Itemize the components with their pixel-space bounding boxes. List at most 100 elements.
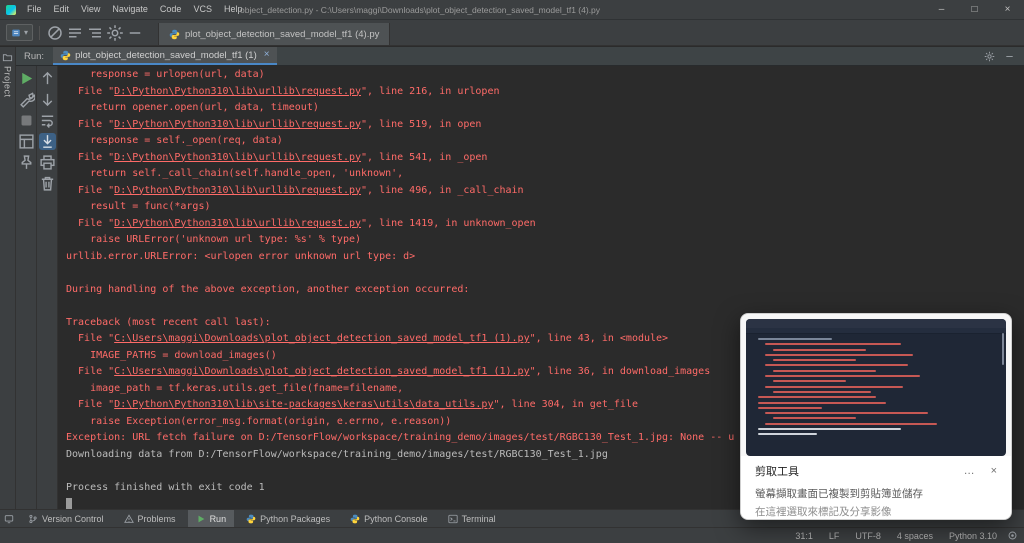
thumbnail-text-line — [772, 348, 867, 351]
thumbnail-text-line — [765, 422, 938, 425]
tool-window-tab-run[interactable]: Run — [187, 510, 235, 527]
pycharm-logo-icon — [6, 4, 16, 15]
console-text: return opener.open(url, data, timeout) — [66, 102, 319, 113]
console-line: File "D:\Python\Python310\lib\urllib\req… — [66, 117, 1024, 134]
run-configuration-combo[interactable]: ▾ — [6, 24, 34, 41]
toolbar-settings-icon[interactable] — [106, 24, 124, 42]
disable-inspections-icon[interactable] — [46, 24, 64, 42]
maximize-button[interactable]: □ — [958, 0, 991, 19]
stack-trace-link[interactable]: D:\Python\Python310\lib\urllib\request.p… — [114, 152, 361, 163]
soft-wrap-button[interactable] — [39, 112, 56, 129]
thumbnail-text-line — [765, 343, 901, 346]
status-caret-position[interactable]: 31:1 — [795, 531, 813, 541]
thumbnail-text-line — [757, 396, 876, 399]
menu-code[interactable]: Code — [154, 0, 188, 19]
console-text: ", line 304, in get_file — [493, 399, 638, 410]
console-toolbar — [37, 66, 58, 509]
tool-window-tab-terminal[interactable]: Terminal — [440, 510, 504, 527]
thumbnail-text-line — [765, 385, 904, 388]
stack-trace-link[interactable]: D:\Python\Python310\lib\urllib\request.p… — [114, 86, 361, 97]
console-text: File " — [66, 399, 115, 410]
tool-window-tab-python-console[interactable]: Python Console — [342, 510, 436, 527]
thumbnail-text-line — [757, 433, 817, 436]
stack-trace-link[interactable]: C:\Users\maggi\Downloads\plot_object_det… — [114, 333, 529, 344]
tool-window-tab-problems[interactable]: Problems — [116, 510, 184, 527]
thumbnail-text-line — [765, 412, 928, 415]
menu-edit[interactable]: Edit — [48, 0, 76, 19]
collapse-toolbar-icon[interactable] — [126, 24, 144, 42]
thumbnail-content — [746, 334, 1006, 436]
window-controls: – □ × — [925, 0, 1024, 19]
close-button[interactable]: × — [991, 0, 1024, 19]
python-icon — [350, 514, 360, 524]
menu-view[interactable]: View — [75, 0, 106, 19]
clear-all-button[interactable] — [39, 175, 56, 192]
tool-window-tab-version-control[interactable]: Version Control — [20, 510, 112, 527]
thumbnail-text-line — [757, 401, 886, 404]
project-stripe-button[interactable]: Project — [0, 52, 15, 98]
console-text: urllib.error.URLError: <urlopen error un… — [66, 250, 416, 262]
console-text: ", line 43, in <module> — [529, 333, 669, 344]
status-items: 31:1 LF UTF-8 4 spaces Python 3.10 — [795, 531, 997, 541]
hide-panel-icon[interactable] — [1004, 51, 1015, 62]
more-options-icon[interactable]: … — [964, 465, 975, 477]
console-text: ", line 36, in download_images — [529, 366, 711, 377]
run-configuration-button[interactable] — [18, 91, 35, 108]
minimize-button[interactable]: – — [925, 0, 958, 19]
restore-layout-button[interactable] — [18, 133, 35, 150]
screenshot-thumbnail[interactable] — [746, 319, 1006, 456]
console-text: ", line 216, in urlopen — [361, 85, 500, 97]
pin-tab-button[interactable] — [18, 154, 35, 171]
tool-window-tab-python-packages[interactable]: Python Packages — [238, 510, 338, 527]
console-line: return opener.open(url, data, timeout) — [66, 100, 1024, 117]
console-text: File " — [66, 118, 115, 130]
status-file-encoding[interactable]: UTF-8 — [855, 531, 881, 541]
notification-close-icon[interactable]: × — [991, 465, 997, 477]
stop-button[interactable] — [18, 112, 35, 129]
status-indent-style[interactable]: 4 spaces — [897, 531, 933, 541]
sort-lines-icon[interactable] — [66, 24, 84, 42]
problems-icon — [123, 513, 134, 524]
inspections-widget-icon[interactable] — [1007, 530, 1018, 541]
close-tab-icon[interactable]: × — [264, 50, 270, 60]
console-text: ", line 519, in open — [361, 118, 482, 130]
console-text: Downloading data from D:/TensorFlow/work… — [66, 448, 608, 460]
project-stripe-label: Project — [2, 66, 13, 98]
tool-window-switcher-icon[interactable] — [0, 510, 18, 527]
console-text: return self._call_chain(self.handle_open… — [66, 168, 404, 179]
thumbnail-text-line — [772, 380, 847, 383]
print-button[interactable] — [39, 154, 56, 171]
menu-file[interactable]: File — [21, 0, 48, 19]
menu-bar: File Edit View Navigate Code VCS Help — [21, 0, 248, 19]
run-tab[interactable]: plot_object_detection_saved_model_tf1 (1… — [53, 47, 277, 65]
console-line: File "D:\Python\Python310\lib\urllib\req… — [66, 84, 1024, 101]
status-python-interpreter[interactable]: Python 3.10 — [949, 531, 997, 541]
console-caret — [66, 497, 72, 509]
notification-hint: 在這裡選取來標記及分享影像 — [755, 506, 892, 518]
console-line: raise URLError('unknown url type: %s' % … — [66, 232, 1024, 249]
pycharm-window: File Edit View Navigate Code VCS Help object_d… — [0, 0, 1024, 543]
status-bar: 31:1 LF UTF-8 4 spaces Python 3.10 — [0, 527, 1024, 543]
console-text: During handling of the above exception, … — [66, 283, 470, 295]
stack-trace-link[interactable]: C:\Users\maggi\Downloads\plot_object_det… — [114, 366, 529, 377]
scroll-to-end-button[interactable] — [38, 133, 56, 150]
console-line: During handling of the above exception, … — [66, 282, 1024, 299]
console-line: result = func(*args) — [66, 199, 1024, 216]
console-line: urllib.error.URLError: <urlopen error un… — [66, 249, 1024, 266]
indent-guides-icon[interactable] — [86, 24, 104, 42]
title-bar: File Edit View Navigate Code VCS Help object_d… — [0, 0, 1024, 20]
stack-trace-link[interactable]: D:\Python\Python310\lib\urllib\request.p… — [114, 185, 361, 196]
menu-navigate[interactable]: Navigate — [106, 0, 154, 19]
rerun-button[interactable] — [18, 70, 35, 87]
status-line-separator[interactable]: LF — [829, 531, 840, 541]
editor-tab[interactable]: plot_object_detection_saved_model_tf1 (4… — [158, 23, 391, 45]
stack-trace-link[interactable]: D:\Python\Python310\lib\urllib\request.p… — [114, 119, 361, 130]
run-settings-icon[interactable] — [984, 51, 995, 62]
up-stack-trace-button[interactable] — [39, 70, 56, 87]
snipping-tool-notification[interactable]: 剪取工具 … × 螢幕擷取畫面已複製到剪貼簿並儲存 在這裡選取來標記及分享影像 — [740, 313, 1012, 520]
down-stack-trace-button[interactable] — [39, 91, 56, 108]
stack-trace-link[interactable]: D:\Python\Python310\lib\urllib\request.p… — [114, 218, 361, 229]
menu-vcs[interactable]: VCS — [187, 0, 218, 19]
stack-trace-link[interactable]: D:\Python\Python310\lib\site-packages\ke… — [114, 399, 493, 410]
